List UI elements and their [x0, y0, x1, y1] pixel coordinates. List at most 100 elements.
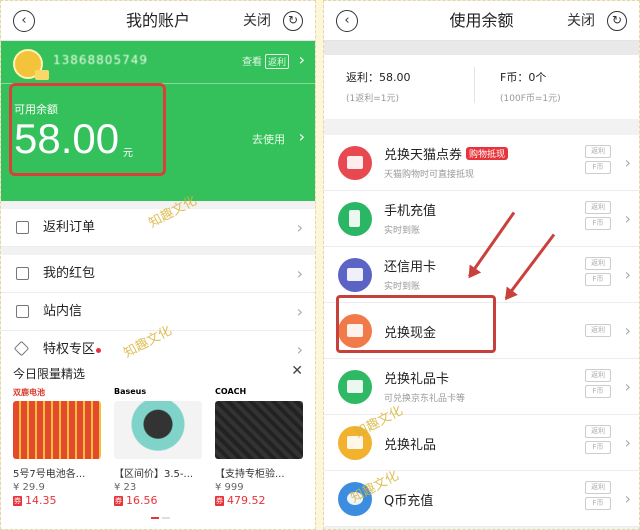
currency-tags: 返利 F币	[585, 201, 611, 233]
chevron-right-icon: ›	[624, 265, 631, 284]
option-description: 天猫购物时可直接抵现	[384, 170, 475, 180]
use-balance-titlebar: ‹ 使用余额 关闭 ↻	[324, 1, 639, 41]
currency-tags: 返利 F币	[585, 369, 611, 401]
chevron-right-icon: ›	[624, 209, 631, 228]
product-brand: COACH	[215, 387, 247, 396]
chevron-right-icon: ›	[624, 321, 631, 340]
option-description: 实时到账	[384, 282, 421, 292]
vip-icon	[35, 70, 49, 80]
product-image	[13, 401, 101, 459]
option-label: 兑换礼品卡	[384, 372, 450, 387]
option-label: 还信用卡	[384, 260, 437, 275]
tag-fanli: 返利	[585, 481, 611, 494]
view-fanli-link[interactable]: 查看 返利	[242, 53, 289, 69]
product-coupon-price: 479.52	[227, 494, 266, 507]
red-packet-icon	[16, 267, 29, 280]
option-gift-card[interactable]: 兑换礼品卡 可兑换京东礼品卡等 返利 F币 ›	[324, 359, 639, 415]
coupon-badge: 券	[215, 496, 224, 506]
balance-highlight-box	[9, 83, 166, 176]
chevron-right-icon[interactable]: ›	[299, 127, 305, 146]
chevron-right-icon: ›	[296, 264, 303, 283]
refresh-icon[interactable]: ↻	[607, 11, 627, 31]
account-panel: ‹ 我的账户 关闭 ↻ 13868805749 查看 返利 › 可用余额 58.0…	[0, 0, 316, 530]
fcoin-rate: (100F币=1元)	[500, 94, 561, 104]
option-label: 兑换礼品	[384, 438, 437, 453]
currency-tags: 返利 F币	[585, 145, 611, 177]
currency-tags: 返利	[585, 324, 611, 340]
carousel-dots	[151, 504, 173, 523]
product-image	[114, 401, 202, 459]
product-card[interactable]: 双鹿电池 5号7号电池各... ¥ 29.9 券 14.35	[13, 387, 103, 527]
menu-item-red-packet[interactable]: 我的红包 ›	[1, 255, 315, 293]
menu-item-label: 返利订单	[43, 220, 96, 235]
tag-fcoin: F币	[585, 385, 611, 398]
tag-fanli: 返利	[585, 369, 611, 382]
view-tag: 返利	[264, 54, 289, 69]
phone-icon	[338, 202, 372, 236]
product-card[interactable]: COACH 【支持专柜验... ¥ 999 券 479.52	[215, 387, 305, 527]
cash-option-highlight-box	[336, 295, 496, 353]
product-coupon-price: 14.35	[25, 494, 57, 507]
product-image	[215, 401, 303, 459]
product-original-price: ¥ 23	[114, 482, 137, 493]
coupon-badge: 券	[13, 496, 22, 506]
option-label: Q币充值	[384, 494, 434, 509]
fanli-balance-label: 返利：58.00	[346, 71, 411, 84]
close-button[interactable]: 关闭	[243, 1, 271, 41]
chevron-right-icon: ›	[624, 433, 631, 452]
tmall-icon	[338, 146, 372, 180]
product-brand: Baseus	[114, 387, 147, 396]
limited-picks-title: 今日限量精选	[13, 367, 86, 381]
go-use-button[interactable]: 去使用	[252, 131, 285, 147]
option-label-text: 兑换天猫点券	[384, 148, 463, 163]
phone-number: 13868805749	[53, 53, 148, 67]
product-original-price: ¥ 999	[215, 482, 244, 493]
product-price: 券 479.52	[215, 494, 305, 507]
option-label: 手机充值	[384, 204, 437, 219]
notification-dot	[96, 348, 101, 353]
avatar[interactable]	[13, 49, 49, 80]
fanli-rate: (1返利=1元)	[346, 94, 400, 104]
fanli-balance: 返利：58.00 (1返利=1元)	[346, 69, 411, 104]
tag-fcoin: F币	[585, 441, 611, 454]
product-name: 5号7号电池各...	[13, 469, 86, 480]
divider	[474, 67, 475, 103]
currency-tags: 返利 F币	[585, 257, 611, 289]
credit-card-icon	[338, 258, 372, 292]
fcoin-balance-label: F币：0个	[500, 71, 547, 84]
limited-picks-panel: 今日限量精选 ✕ 双鹿电池 5号7号电池各... ¥ 29.9 券 14.35 B…	[1, 357, 315, 529]
product-name: 【支持专柜验...	[215, 469, 285, 480]
currency-tags: 返利 F币	[585, 481, 611, 513]
menu-item-label: 站内信	[43, 304, 83, 319]
order-icon	[16, 221, 29, 234]
view-label: 查看	[241, 57, 262, 68]
tag-fanli: 返利	[585, 324, 611, 337]
option-mobile-topup[interactable]: 手机充值 实时到账 返利 F币 ›	[324, 191, 639, 247]
mail-icon	[16, 305, 29, 318]
use-balance-panel: ‹ 使用余额 关闭 ↻ 返利：58.00 (1返利=1元) F币：0个 (100…	[323, 0, 640, 530]
gift-card-icon	[338, 370, 372, 404]
chevron-right-icon: ›	[624, 153, 631, 172]
product-original-price: ¥ 29.9	[13, 482, 45, 493]
close-button[interactable]: 关闭	[567, 1, 595, 41]
tag-fcoin: F币	[585, 217, 611, 230]
tag-fanli: 返利	[585, 257, 611, 270]
chevron-right-icon[interactable]: ›	[299, 50, 305, 69]
close-icon[interactable]: ✕	[291, 363, 303, 379]
product-name: 【区间价】3.5-...	[114, 469, 194, 480]
chevron-right-icon: ›	[624, 489, 631, 508]
tag-fanli: 返利	[585, 145, 611, 158]
currency-tags: 返利 F币	[585, 425, 611, 457]
coupon-badge: 券	[114, 496, 123, 506]
menu-item-label: 我的红包	[43, 266, 96, 281]
balance-summary: 返利：58.00 (1返利=1元) F币：0个 (100F币=1元)	[324, 41, 639, 119]
option-tmall-coupon[interactable]: 兑换天猫点券 购物抵现 天猫购物时可直接抵现 返利 F币 ›	[324, 135, 639, 191]
account-titlebar: ‹ 我的账户 关闭 ↻	[1, 1, 315, 41]
product-price: 券 14.35	[13, 494, 103, 507]
tag-fcoin: F币	[585, 497, 611, 510]
option-description: 实时到账	[384, 226, 421, 236]
chevron-right-icon: ›	[296, 302, 303, 321]
option-label: 兑换天猫点券 购物抵现	[384, 144, 509, 163]
product-brand: 双鹿电池	[13, 388, 45, 397]
refresh-icon[interactable]: ↻	[283, 11, 303, 31]
